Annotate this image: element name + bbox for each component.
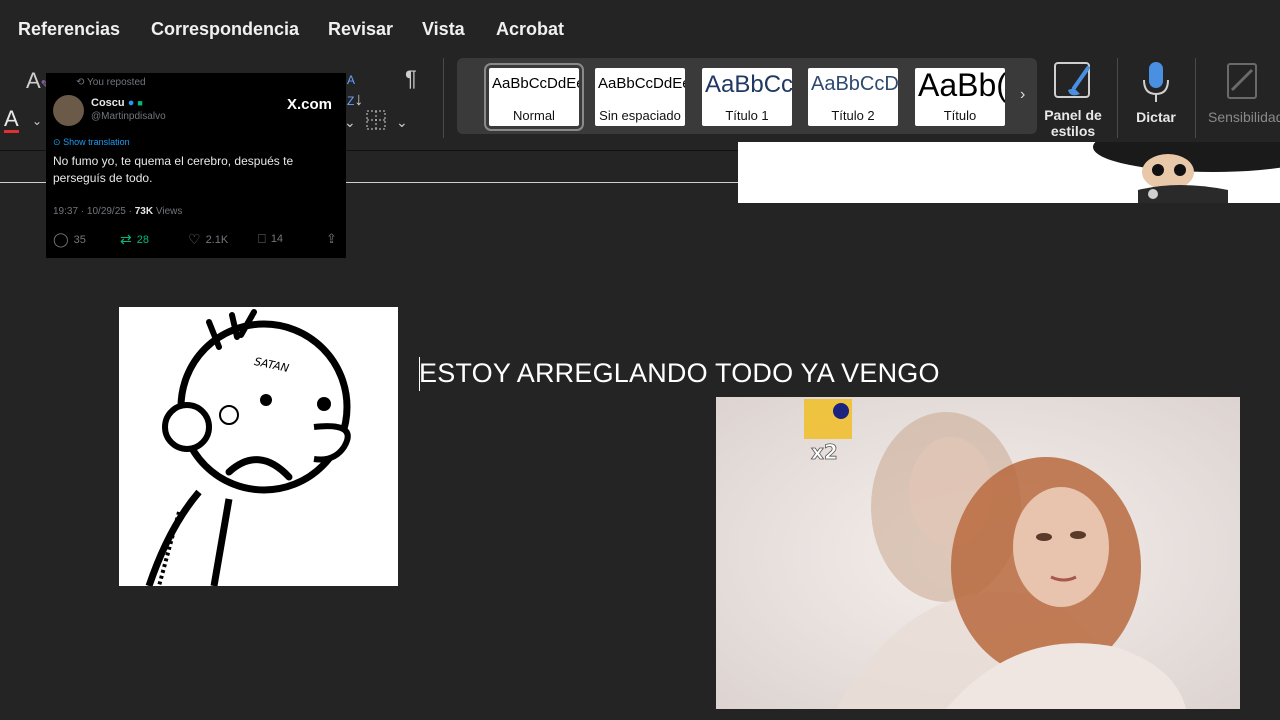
timestamp: 19:37 · 10/29/25 · — [53, 206, 135, 217]
photo-image[interactable]: x2 — [716, 397, 1240, 709]
reply-button[interactable]: ◯ 35 — [53, 231, 86, 248]
style-titulo-1[interactable]: AaBbCc Título 1 — [702, 68, 792, 126]
font-color-letter: A — [4, 106, 19, 131]
style-sample: AaBbCcDdEe — [598, 75, 685, 92]
tweet-meta: 19:37 · 10/29/25 · 73K Views — [53, 206, 182, 217]
retweet-icon: ⇄ — [120, 231, 132, 247]
reply-count: 35 — [73, 233, 86, 246]
style-sample: AaBbCcDdEe — [492, 75, 579, 92]
repost-icon: ⟲ — [76, 77, 85, 88]
style-name: Título — [943, 108, 977, 123]
menu-correspondencia[interactable]: Correspondencia — [151, 19, 299, 40]
drawing-image[interactable]: SATAN — [119, 307, 398, 586]
styles-pane-icon — [1054, 62, 1090, 98]
menu-acrobat[interactable]: Acrobat — [496, 19, 564, 40]
display-name-text: Coscu — [91, 97, 125, 109]
bookmark-count: 14 — [270, 233, 284, 245]
x-logo: X.com — [286, 96, 332, 113]
views-count: 73K — [134, 206, 154, 217]
like-count: 2.1K — [205, 233, 229, 246]
font-color-button[interactable]: A — [4, 108, 19, 133]
style-sin-espaciado[interactable]: AaBbCcDdEe Sin espaciado — [595, 68, 685, 126]
styles-pane-button[interactable]: Panel de estilos — [1040, 60, 1106, 139]
chevron-right-icon[interactable]: › — [1020, 86, 1025, 104]
repost-count: 28 — [136, 233, 149, 246]
chevron-down-icon[interactable]: ⌄ — [32, 114, 42, 128]
views-label: Views — [153, 206, 183, 217]
heart-icon: ♡ — [188, 231, 201, 247]
style-name: Sin espaciado — [599, 108, 681, 123]
tweet-text: No fumo yo, te quema el cerebro, después… — [53, 154, 294, 185]
microphone-icon — [1143, 62, 1169, 102]
like-button[interactable]: ♡ 2.1K — [188, 231, 228, 248]
pilcrow-icon: ¶ — [405, 66, 417, 91]
repost-label: You reposted — [87, 77, 146, 88]
translate-label: Show translation — [63, 137, 130, 147]
style-name: Normal — [513, 108, 555, 123]
style-sample: AaBbCcDd — [811, 73, 898, 95]
sensitivity-icon — [1227, 63, 1257, 99]
ribbon-separator — [1117, 58, 1118, 138]
bookmark-button[interactable]: ⎕ 14 — [258, 231, 283, 247]
style-sample: AaBb( — [918, 68, 1005, 103]
dictate-button[interactable]: Dictar — [1130, 60, 1182, 125]
style-titulo[interactable]: AaBb( Título — [915, 68, 1005, 126]
tweet-card: ⟲ You reposted Coscu ● ■ @Martinpdisalvo… — [46, 73, 346, 258]
photo-badge: x2 — [811, 440, 838, 464]
translate-icon: ⊙ — [53, 137, 61, 147]
style-normal[interactable]: AaBbCcDdEe Normal — [484, 63, 584, 131]
repost-header: ⟲ You reposted — [76, 77, 146, 88]
ribbon-separator — [443, 58, 444, 138]
affiliate-badge-icon: ■ — [137, 98, 143, 108]
verified-badge-icon: ● — [127, 97, 135, 109]
document-body-text[interactable]: ESTOY ARREGLANDO TODO YA VENGO — [419, 358, 940, 389]
dictate-label: Dictar — [1136, 109, 1176, 125]
menu-revisar[interactable]: Revisar — [328, 19, 393, 40]
display-name[interactable]: Coscu ● ■ — [91, 97, 143, 109]
style-titulo-2[interactable]: AaBbCcDd Título 2 — [808, 68, 898, 126]
style-name: Título 1 — [725, 108, 769, 123]
share-icon: ⇪ — [326, 231, 337, 246]
avatar[interactable] — [53, 95, 84, 126]
share-button[interactable]: ⇪ — [326, 231, 337, 247]
character-illustration — [1093, 142, 1280, 203]
borders-icon[interactable] — [366, 110, 386, 135]
handle[interactable]: @Martinpdisalvo — [91, 111, 166, 122]
show-translation-link[interactable]: ⊙ Show translation — [53, 137, 130, 148]
sensitivity-button[interactable]: Sensibilidad — [1208, 60, 1280, 125]
repost-button[interactable]: ⇄ 28 — [120, 231, 149, 248]
ribbon-separator — [1195, 58, 1196, 138]
character-image — [738, 142, 1280, 203]
style-name: Título 2 — [831, 108, 875, 123]
cartoon-drawing: SATAN — [145, 309, 351, 586]
styles-pane-label: Panel de estilos — [1044, 107, 1102, 139]
style-sample: AaBbCc — [705, 71, 792, 98]
menu-bar: Referencias Correspondencia Revisar Vist… — [0, 0, 1280, 58]
bookmark-icon: ⎕ — [258, 231, 266, 246]
photo-collage: x2 — [716, 397, 1240, 709]
reply-icon: ◯ — [53, 231, 69, 247]
sort-az-icon[interactable]: A Z↓ — [347, 68, 363, 110]
menu-referencias[interactable]: Referencias — [18, 19, 120, 40]
menu-vista[interactable]: Vista — [422, 19, 465, 40]
sensitivity-label: Sensibilidad — [1208, 109, 1280, 125]
paragraph-mark-button[interactable]: ¶ — [405, 66, 417, 92]
chevron-down-icon[interactable]: ⌄ — [396, 114, 408, 131]
